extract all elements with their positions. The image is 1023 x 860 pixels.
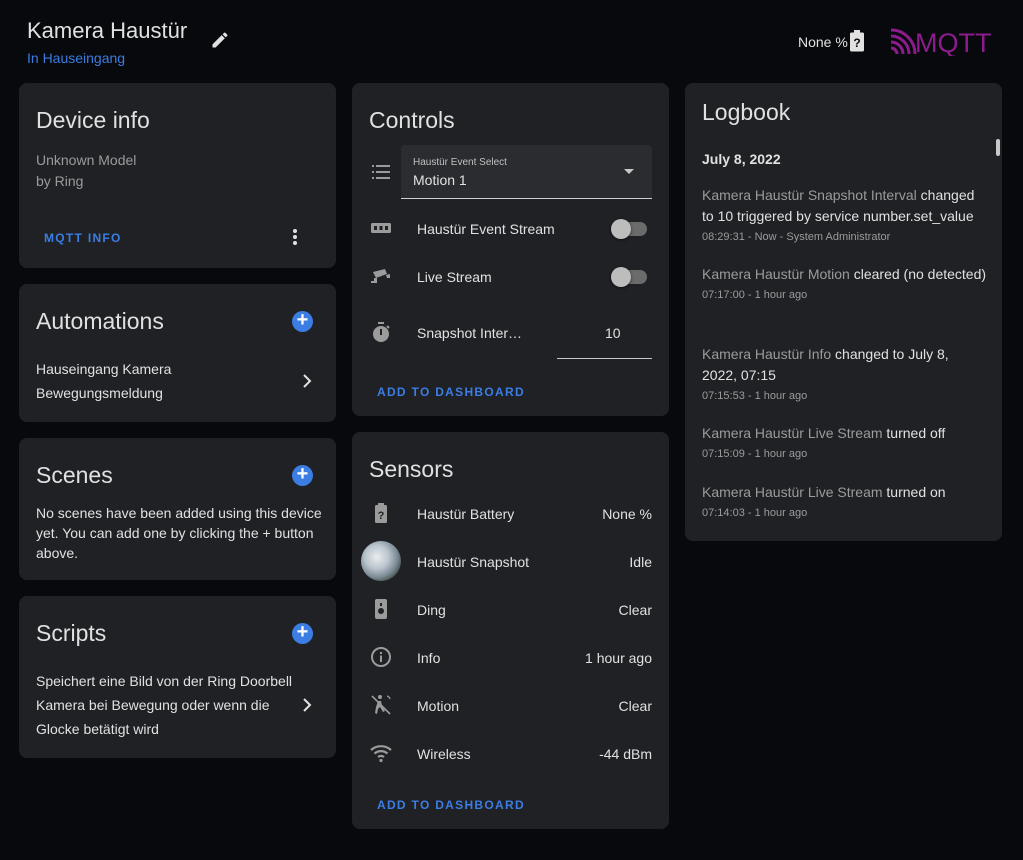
logbook-entry-time: 08:29:31 - Now - System Administrator (702, 231, 891, 243)
sensor-motion-value: Clear (618, 698, 652, 714)
event-select-value: Motion 1 (413, 172, 467, 188)
sensor-wireless-label: Wireless (417, 746, 471, 762)
logbook-entry-message: cleared (no detected) (849, 266, 987, 282)
logbook-entry: Kamera Haustür Snapshot Interval changed… (702, 185, 987, 245)
sensor-motion-label: Motion (417, 698, 460, 714)
timer-icon (373, 322, 390, 342)
logbook-entry: Kamera Haustür Info changed to July 8, 2… (702, 344, 987, 404)
motion-sensor-off-icon (371, 695, 391, 715)
snapshot-interval-value: 10 (605, 325, 621, 341)
logbook-entry-time: 07:14:03 - 1 hour ago (702, 507, 808, 519)
logbook-entry-entity[interactable]: Kamera Haustür Motion (702, 266, 850, 282)
sensors-card: Sensors ? Haustür Battery None % Haustür… (352, 432, 669, 829)
logbook-title: Logbook (702, 99, 791, 125)
battery-unknown-icon: ? (375, 503, 387, 523)
chevron-right-icon[interactable] (300, 698, 314, 712)
script-item-line3: Glocke betätigt wird (36, 721, 159, 737)
sensor-snapshot-value: Idle (629, 554, 652, 570)
info-icon (371, 647, 391, 667)
chevron-right-icon[interactable] (300, 374, 314, 388)
device-manufacturer: by Ring (36, 173, 84, 189)
sensors-title: Sensors (369, 456, 454, 482)
live-stream-toggle-knob (611, 267, 631, 287)
script-item-line2: Kamera bei Bewegung oder wenn die (36, 697, 270, 713)
sensor-ding-label: Ding (417, 602, 446, 618)
svg-text:MQTT: MQTT (915, 28, 991, 56)
more-vert-icon[interactable] (285, 227, 305, 247)
sensor-ding-value: Clear (618, 602, 652, 618)
scenes-card: Scenes + No scenes have been added using… (19, 438, 336, 580)
scripts-card: Scripts + Speichert eine Bild von der Ri… (19, 596, 336, 758)
logbook-entry-entity[interactable]: Kamera Haustür Info (702, 346, 831, 362)
event-stream-label: Haustür Event Stream (417, 221, 555, 237)
video-stream-icon (371, 223, 391, 233)
sensor-snapshot-label: Haustür Snapshot (417, 554, 530, 570)
sensors-add-to-dashboard-button[interactable]: ADD TO DASHBOARD (377, 798, 525, 812)
sensor-battery-value: None % (602, 506, 652, 522)
add-automation-button[interactable]: + (292, 310, 313, 332)
cctv-camera-icon (371, 269, 390, 283)
scenes-empty-line2: yet. You can add one by clicking the + b… (36, 525, 314, 541)
device-info-card: Device info Unknown Model by Ring MQTT I… (19, 83, 336, 268)
logbook-date: July 8, 2022 (702, 151, 781, 167)
logbook-entry-message: turned on (882, 484, 946, 500)
automation-item-line2: Bewegungsmeldung (36, 385, 163, 401)
logbook-entry: Kamera Haustür Motion cleared (no detect… (702, 264, 987, 303)
sensor-info-value: 1 hour ago (585, 650, 652, 666)
scenes-title: Scenes (36, 462, 113, 488)
scenes-empty-line1: No scenes have been added using this dev… (36, 505, 322, 521)
svg-text:?: ? (378, 510, 385, 522)
logbook-entry: Kamera Haustür Live Stream turned off 07… (702, 423, 987, 462)
live-stream-label: Live Stream (417, 269, 492, 285)
sensor-battery-label: Haustür Battery (417, 506, 515, 522)
scenes-empty-line3: above. (36, 545, 79, 561)
event-select-dropdown[interactable]: Haustür Event Select Motion 1 (401, 145, 652, 199)
sensor-wireless-value: -44 dBm (599, 746, 652, 762)
logbook-entry-time: 07:15:53 - 1 hour ago (702, 390, 808, 402)
edit-pencil-icon[interactable] (210, 30, 230, 50)
logbook-entry-entity[interactable]: Kamera Haustür Snapshot Interval (702, 187, 917, 203)
snapshot-interval-label: Snapshot Inter… (417, 325, 523, 341)
event-select-label: Haustür Event Select (413, 157, 507, 168)
controls-card: Controls Haustür Event Select Motion 1 H… (352, 83, 669, 416)
battery-unknown-icon: ? (850, 30, 864, 52)
svg-text:?: ? (853, 36, 860, 50)
mqtt-info-button[interactable]: MQTT INFO (44, 231, 122, 245)
automation-item-line1: Hauseingang Kamera (36, 361, 172, 377)
logbook-scrollbar[interactable] (996, 139, 1000, 156)
automations-title: Automations (36, 308, 164, 334)
mqtt-logo: MQTT (890, 28, 991, 56)
script-item-line1: Speichert eine Bild von der Ring Doorbel… (36, 673, 293, 689)
event-stream-toggle-knob (611, 219, 631, 239)
sensor-info-label: Info (417, 650, 441, 666)
battery-status-text: None % (798, 34, 848, 50)
logbook-entry-entity[interactable]: Kamera Haustür Live Stream (702, 425, 883, 441)
controls-title: Controls (369, 107, 455, 133)
page-title: Kamera Haustür (27, 18, 188, 43)
wifi-icon (370, 745, 392, 763)
snapshot-interval-input[interactable]: 10 (557, 311, 652, 359)
add-scene-button[interactable]: + (292, 464, 313, 486)
logbook-card: Logbook July 8, 2022 Kamera Haustür Snap… (685, 83, 1002, 541)
logbook-entry-time: 07:17:00 - 1 hour ago (702, 289, 808, 301)
doorbell-icon (375, 599, 387, 619)
device-info-title: Device info (36, 107, 150, 133)
scripts-title: Scripts (36, 620, 107, 646)
area-link[interactable]: In Hauseingang (27, 50, 125, 66)
format-list-icon (372, 165, 390, 179)
controls-add-to-dashboard-button[interactable]: ADD TO DASHBOARD (377, 385, 525, 399)
logbook-entry-message: turned off (882, 425, 946, 441)
dropdown-arrow-icon (624, 169, 634, 174)
snapshot-thumbnail (361, 541, 401, 581)
logbook-entry: Kamera Haustür Live Stream turned on 07:… (702, 482, 987, 521)
logbook-entry-time: 07:15:09 - 1 hour ago (702, 448, 808, 460)
device-model: Unknown Model (36, 152, 137, 168)
add-script-button[interactable]: + (292, 622, 313, 644)
automations-card: Automations + Hauseingang Kamera Bewegun… (19, 284, 336, 422)
logbook-entry-entity[interactable]: Kamera Haustür Live Stream (702, 484, 883, 500)
